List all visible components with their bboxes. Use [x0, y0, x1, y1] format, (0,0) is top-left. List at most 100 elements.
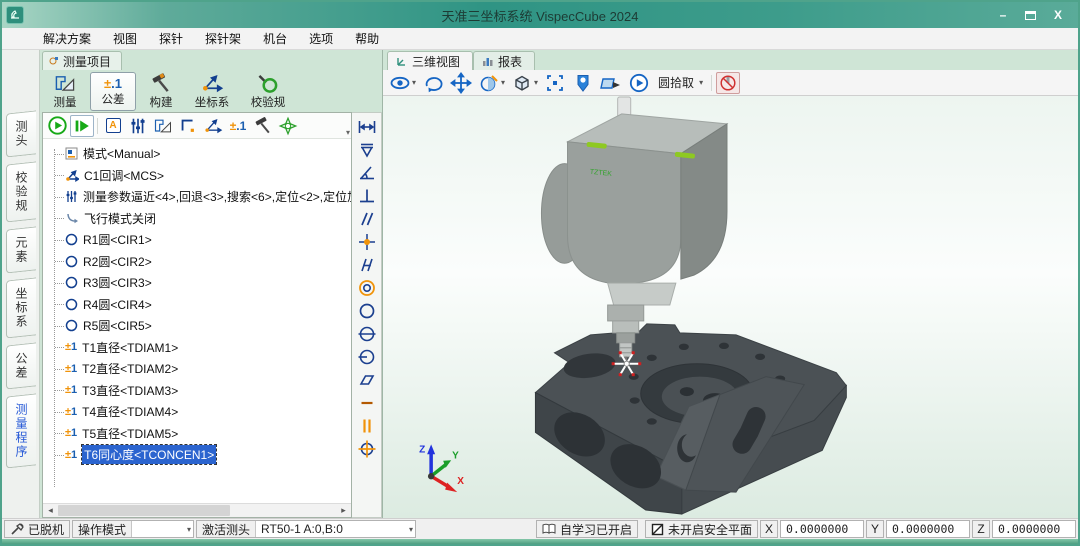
tree-row-cir5[interactable]: R5圆<CIR5> — [49, 315, 351, 337]
tree-horizontal-scrollbar[interactable]: ◂ ▸ — [43, 503, 351, 517]
toolbar-overflow-button[interactable]: ▾ — [346, 128, 350, 137]
corner-point-button[interactable] — [176, 115, 200, 137]
coordsys-small-button[interactable] — [201, 115, 225, 137]
side-tab-coordsys[interactable]: 坐标系 — [6, 277, 36, 338]
tree-row-tdiam3[interactable]: ±1 T3直径<TDIAM3> — [49, 380, 351, 402]
render-style-button[interactable]: ▾ — [476, 72, 507, 94]
parallelism-tolerance-icon[interactable] — [354, 208, 380, 230]
section-view-button[interactable] — [598, 72, 624, 94]
position-tolerance-icon[interactable] — [354, 231, 380, 253]
perpendicularity-tolerance-icon[interactable] — [354, 185, 380, 207]
ribbon-measure-button[interactable]: 测量 — [42, 72, 88, 111]
flatness-tolerance-icon[interactable] — [354, 369, 380, 391]
tree-row-measure-params[interactable]: 测量参数逼近<4>,回退<3>,搜索<6>,定位<2>,定位加<2>,测 — [49, 186, 351, 208]
menu-solution[interactable]: 解决方案 — [32, 27, 102, 50]
x-axis-cell: X — [760, 520, 778, 538]
active-probe-label: 激活测头 — [197, 521, 255, 537]
active-probe-combo[interactable]: RT50-1 A:0,B:0▾ — [255, 521, 415, 537]
ribbon-construct-button[interactable]: 构建 — [138, 72, 184, 111]
scrollbar-thumb[interactable] — [58, 505, 230, 516]
label-block-button[interactable]: A — [101, 115, 125, 137]
cube-icon — [511, 72, 533, 94]
visibility-button[interactable]: ▾ — [387, 72, 418, 94]
menu-view[interactable]: 视图 — [102, 27, 148, 50]
diameter-line-tolerance-icon[interactable] — [354, 323, 380, 345]
tolerance-small-button[interactable]: ±.1 — [226, 115, 250, 137]
book-icon — [542, 523, 556, 535]
menu-probe-rack[interactable]: 探针架 — [194, 27, 252, 50]
safety-plane-button[interactable] — [276, 115, 300, 137]
tree-row-mode[interactable]: 模式<Manual> — [49, 143, 351, 165]
minimize-button[interactable]: – — [995, 8, 1011, 22]
tree-row-fly-mode[interactable]: 飞行模式关闭 — [49, 208, 351, 230]
tab-3d-view[interactable]: 三维视图 — [387, 51, 473, 70]
circle-pick-button[interactable]: 圆拾取 ▾ — [654, 72, 707, 94]
construct-small-button[interactable] — [251, 115, 275, 137]
side-tab-measure-program[interactable]: 测量程序 — [6, 393, 36, 468]
caliper-icon — [53, 73, 77, 94]
ribbon-gauge-button[interactable]: 校验规 — [240, 72, 296, 111]
zoom-fit-button[interactable] — [542, 72, 568, 94]
tree-row-tdiam5[interactable]: ±1 T5直径<TDIAM5> — [49, 423, 351, 445]
report-icon — [482, 56, 493, 67]
side-tab-probe-head[interactable]: 测头 — [6, 110, 36, 157]
tree-row-cir2[interactable]: R2圆<CIR2> — [49, 251, 351, 273]
tab-measure-project[interactable]: 测量项目 — [42, 51, 122, 70]
ribbon-tolerance-button[interactable]: ±.1 公差 — [90, 72, 136, 111]
radius-tolerance-icon[interactable] — [354, 346, 380, 368]
menu-options[interactable]: 选项 — [298, 27, 344, 50]
animate-button[interactable] — [626, 72, 652, 94]
safety-plane-status[interactable]: 未开启安全平面 — [645, 520, 758, 538]
menu-help[interactable]: 帮助 — [344, 27, 390, 50]
tree-row-tdiam4[interactable]: ±1 T4直径<TDIAM4> — [49, 401, 351, 423]
concentricity-tolerance-icon[interactable] — [354, 277, 380, 299]
side-tab-elements[interactable]: 元素 — [6, 226, 36, 273]
symmetry-h-tolerance-icon[interactable] — [354, 254, 380, 276]
window-bottom-edge — [2, 539, 1078, 544]
side-tab-tolerance[interactable]: 公差 — [6, 342, 36, 389]
run-program-button[interactable] — [45, 115, 69, 137]
tree-row-cir1[interactable]: R1圆<CIR1> — [49, 229, 351, 251]
hammer-icon — [149, 73, 173, 94]
tree-row-tdiam1[interactable]: ±1 T1直径<TDIAM1> — [49, 337, 351, 359]
view-orientation-button[interactable]: ▾ — [509, 72, 540, 94]
distance-tolerance-icon[interactable] — [354, 116, 380, 138]
callback-axes-icon — [65, 169, 79, 182]
section-icon — [600, 72, 622, 94]
close-button[interactable]: X — [1050, 8, 1066, 22]
true-position-tolerance-icon[interactable] — [354, 438, 380, 460]
measure-mode-button[interactable] — [151, 115, 175, 137]
symmetry-bars-tolerance-icon[interactable] — [354, 415, 380, 437]
corner-icon — [178, 116, 198, 136]
menu-probe[interactable]: 探针 — [148, 27, 194, 50]
tree-row-cir3[interactable]: R3圆<CIR3> — [49, 272, 351, 294]
menu-machine[interactable]: 机台 — [252, 27, 298, 50]
straightness-tolerance-icon[interactable] — [354, 392, 380, 414]
ribbon-coordsys-button[interactable]: 坐标系 — [186, 72, 238, 111]
tree-row-callback[interactable]: C1回调<MCS> — [49, 165, 351, 187]
y-coordinate-value: 0.0000000 — [886, 520, 970, 538]
maximize-button[interactable] — [1025, 11, 1036, 20]
step-run-button[interactable] — [70, 115, 94, 137]
tree-row-tdiam2[interactable]: ±1 T2直径<TDIAM2> — [49, 358, 351, 380]
scroll-right-arrow[interactable]: ▸ — [336, 504, 351, 517]
rotate-view-button[interactable] — [420, 72, 446, 94]
tab-report[interactable]: 报表 — [473, 51, 535, 70]
locate-button[interactable] — [570, 72, 596, 94]
tree-row-tconcen1[interactable]: ±1 T6同心度<TCONCEN1> — [49, 444, 351, 466]
viewport-3d[interactable]: TZTEK — [383, 96, 1078, 518]
angle-tolerance-icon[interactable] — [354, 162, 380, 184]
measure-params-button[interactable] — [126, 115, 150, 137]
probe-disabled-button[interactable] — [716, 72, 740, 94]
3d-view-icon — [396, 56, 407, 67]
side-tab-gauge[interactable]: 校验规 — [6, 161, 36, 222]
op-mode-combo[interactable]: ▾ — [131, 521, 193, 537]
pan-view-button[interactable] — [448, 72, 474, 94]
plus-minus-icon: ±.1 — [104, 76, 122, 91]
offline-status[interactable]: 已脱机 — [4, 520, 70, 538]
self-learn-status[interactable]: 自学习已开启 — [536, 520, 638, 538]
scroll-left-arrow[interactable]: ◂ — [43, 504, 58, 517]
angularity-tolerance-icon[interactable] — [354, 139, 380, 161]
roundness-tolerance-icon[interactable] — [354, 300, 380, 322]
tree-row-cir4[interactable]: R4圆<CIR4> — [49, 294, 351, 316]
